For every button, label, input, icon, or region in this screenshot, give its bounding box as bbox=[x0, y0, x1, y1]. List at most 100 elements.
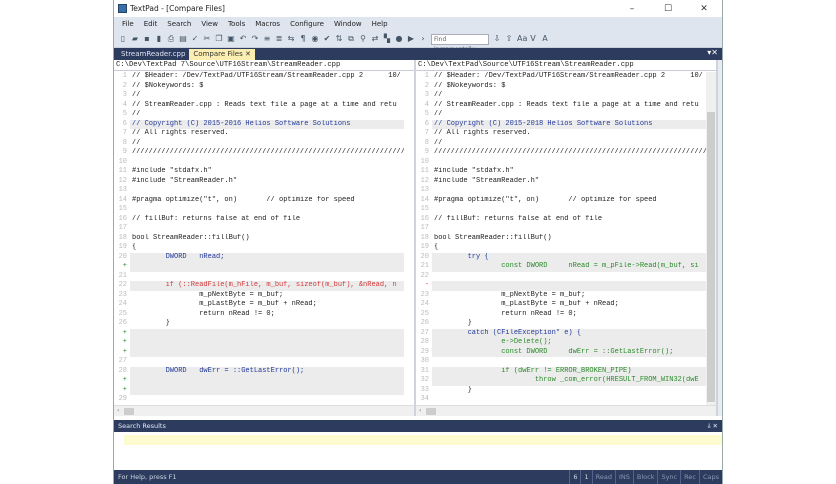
print-icon[interactable]: ⎙ bbox=[167, 34, 175, 44]
next-icon[interactable]: › bbox=[419, 34, 427, 44]
line-number: 18 bbox=[118, 233, 127, 242]
new-file-icon[interactable]: ▯ bbox=[119, 34, 127, 44]
line-number: 28 bbox=[118, 366, 127, 375]
tab-streamreader[interactable]: StreamReader.cpp bbox=[117, 49, 189, 60]
line-text bbox=[432, 395, 706, 405]
line-number: 16 bbox=[118, 214, 127, 223]
status-ins: INS bbox=[614, 470, 633, 484]
menu-edit[interactable]: Edit bbox=[144, 20, 158, 28]
line-number: 22 bbox=[118, 281, 127, 289]
line-text: return nRead != 0; bbox=[434, 309, 577, 318]
save-icon[interactable]: ▪ bbox=[143, 34, 151, 44]
check-icon[interactable]: ✔ bbox=[323, 34, 331, 44]
right-vertical-scrollbar[interactable] bbox=[706, 72, 716, 405]
menu-search[interactable]: Search bbox=[167, 20, 191, 28]
pin-close-icons[interactable]: ⫰ ✕ bbox=[708, 420, 718, 432]
line-text: catch (CFileException* e) { bbox=[432, 328, 706, 338]
code-line: + bbox=[114, 328, 404, 338]
code-line: 26 } bbox=[416, 319, 706, 329]
menu-macros[interactable]: Macros bbox=[255, 20, 280, 28]
line-text: // All rights reserved. bbox=[132, 129, 229, 137]
line-number: 23 bbox=[118, 290, 127, 299]
line-text: bool StreamReader::fillBuf() bbox=[132, 233, 250, 242]
line-text bbox=[130, 328, 404, 338]
code-line: 23 m_pNextByte = m_buf; bbox=[114, 291, 404, 301]
line-text bbox=[432, 281, 706, 291]
line-number: 25 bbox=[420, 309, 429, 318]
spell-icon[interactable]: ✓ bbox=[191, 34, 199, 44]
line-number: 22 bbox=[420, 271, 429, 280]
code-line: 12 #include "StreamReader.h" bbox=[114, 177, 404, 187]
line-number: 10 bbox=[420, 157, 429, 166]
binoculars-icon[interactable]: ▚ bbox=[383, 34, 391, 44]
search-results-panel[interactable] bbox=[114, 432, 722, 470]
find-option-button[interactable]: Aa bbox=[517, 34, 527, 44]
line-number: 19 bbox=[118, 243, 127, 251]
close-button[interactable]: ✕ bbox=[686, 4, 722, 14]
right-code[interactable]: 1 // $Header: /Dev/TextPad/UTF16Stream/St… bbox=[416, 72, 706, 405]
undo-icon[interactable]: ↶ bbox=[239, 34, 247, 44]
play-icon[interactable]: ▶ bbox=[407, 34, 415, 44]
line-text bbox=[432, 224, 706, 234]
line-text: // bbox=[434, 91, 443, 99]
maximize-button[interactable]: ☐ bbox=[650, 4, 686, 14]
code-line: 18 bool StreamReader::fillBuf() bbox=[114, 234, 404, 244]
code-line: 15 bbox=[114, 205, 404, 215]
right-horizontal-scrollbar[interactable]: ‹ bbox=[416, 405, 716, 416]
code-line: 9 ///////////////////////////////////////… bbox=[114, 148, 404, 158]
save-all-icon[interactable]: ▮ bbox=[155, 34, 163, 44]
sort-icon[interactable]: ⇅ bbox=[335, 34, 343, 44]
left-pane[interactable]: C:\Dev\TextPad 7\Source\UTF16Stream\Stre… bbox=[114, 60, 416, 416]
compare-icon[interactable]: ⧉ bbox=[347, 34, 355, 44]
right-pane[interactable]: C:\Dev\TextPad\Source\UTF16Stream\Stream… bbox=[416, 60, 718, 416]
menu-file[interactable]: File bbox=[122, 20, 134, 28]
line-number: 3 bbox=[424, 91, 429, 99]
code-line: 14 #pragma optimize("t", on) // optimize … bbox=[416, 196, 706, 206]
menu-tools[interactable]: Tools bbox=[228, 20, 245, 28]
line-number: 23 bbox=[420, 290, 429, 299]
code-line: 4 // StreamReader.cpp : Reads text file a… bbox=[114, 101, 404, 111]
line-number: + bbox=[122, 385, 127, 394]
wrap-icon[interactable]: ⇆ bbox=[287, 34, 295, 44]
line-number: 12 bbox=[420, 176, 429, 185]
line-number: 30 bbox=[420, 357, 429, 365]
outdent-icon[interactable]: ≣ bbox=[275, 34, 283, 44]
indent-icon[interactable]: ≡ bbox=[263, 34, 271, 44]
line-text: // All rights reserved. bbox=[434, 129, 531, 137]
code-line: 16 // fillBuf: returns false at end of fi… bbox=[114, 215, 404, 225]
close-panel-icon[interactable]: ▾✕ bbox=[707, 48, 718, 57]
find-icon[interactable]: ⚲ bbox=[359, 34, 367, 44]
line-text: // StreamReader.cpp : Reads text file a … bbox=[132, 100, 397, 109]
code-line: 31 if (dwErr != ERROR_BROKEN_PIPE) bbox=[416, 366, 706, 376]
find-option-button[interactable]: A bbox=[541, 34, 549, 44]
open-icon[interactable]: ▰ bbox=[131, 34, 139, 44]
redo-icon[interactable]: ↷ bbox=[251, 34, 259, 44]
menu-view[interactable]: View bbox=[201, 20, 218, 28]
find-option-button[interactable]: V bbox=[529, 34, 537, 44]
pilcrow-icon[interactable]: ¶ bbox=[299, 34, 307, 44]
left-code[interactable]: 1 // $Header: /Dev/TextPad/UTF16Stream/St… bbox=[114, 72, 404, 405]
paste-icon[interactable]: ▣ bbox=[227, 34, 235, 44]
line-text: m_pLastByte = m_buf + nRead; bbox=[434, 300, 619, 308]
left-horizontal-scrollbar[interactable]: ‹ bbox=[114, 405, 414, 416]
status-col: 1 bbox=[580, 470, 591, 484]
find-option-button[interactable]: ⇩ bbox=[493, 34, 501, 44]
find-incrementally-input[interactable]: Find Incrementally bbox=[431, 33, 489, 53]
line-number: 20 bbox=[118, 252, 127, 261]
menu-window[interactable]: Window bbox=[334, 20, 362, 28]
find-option-button[interactable]: ⇧ bbox=[505, 34, 513, 44]
sync-icon[interactable]: ◉ bbox=[311, 34, 319, 44]
menu-bar: File Edit Search View Tools Macros Configure Wi… bbox=[114, 17, 722, 31]
code-line: 1 // $Header: /Dev/TextPad/UTF16Stream/St… bbox=[114, 72, 404, 82]
copy-icon[interactable]: ❐ bbox=[215, 34, 223, 44]
minimize-button[interactable]: – bbox=[614, 4, 650, 14]
menu-configure[interactable]: Configure bbox=[290, 20, 324, 28]
replace-icon[interactable]: ⇄ bbox=[371, 34, 379, 44]
print-preview-icon[interactable]: ▤ bbox=[179, 34, 187, 44]
line-text: ////////////////////////////////////////… bbox=[434, 148, 706, 156]
cut-icon[interactable]: ✂ bbox=[203, 34, 211, 44]
tab-compare-files[interactable]: Compare Files ✕ bbox=[189, 49, 255, 60]
menu-help[interactable]: Help bbox=[372, 20, 388, 28]
record-icon[interactable]: ● bbox=[395, 34, 403, 44]
line-text: // $Nokeywords: $ bbox=[132, 81, 204, 90]
